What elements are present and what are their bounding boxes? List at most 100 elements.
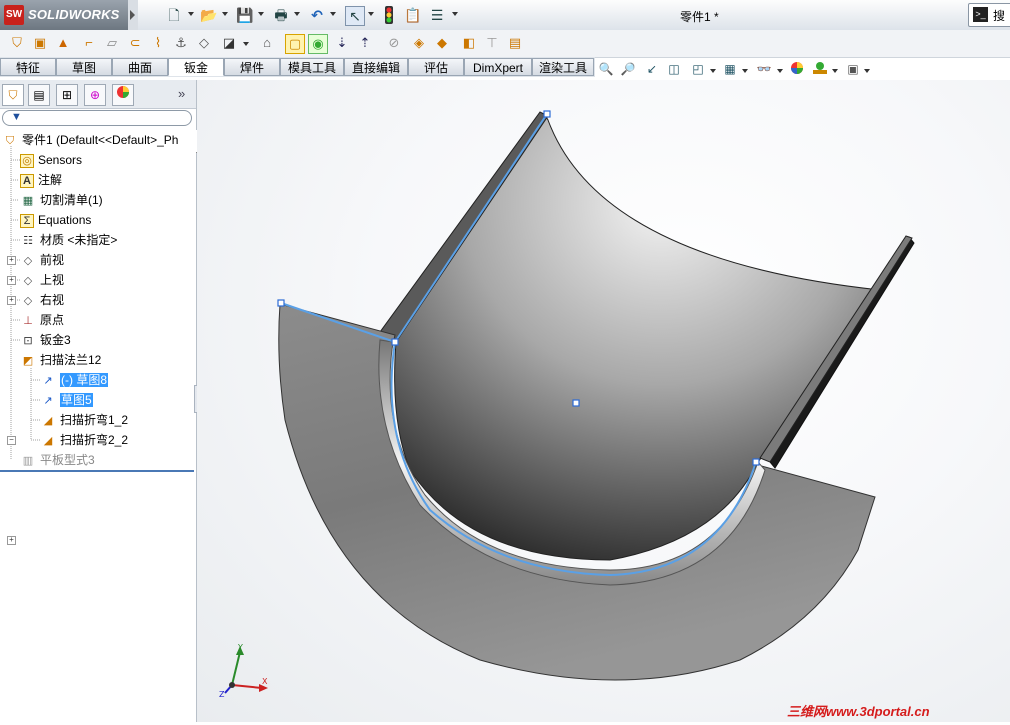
tab-evaluate[interactable]: 评估 (408, 58, 464, 76)
print-dropdown-icon[interactable] (294, 12, 300, 16)
sensor-icon: ◎ (20, 153, 34, 168)
tab-mold-tools[interactable]: 模具工具 (280, 58, 344, 76)
tree-item-origin[interactable]: ⊥ 原点 (20, 311, 64, 329)
tree-item-sketch5[interactable]: ↗ 草图5 (40, 391, 93, 409)
collapse-swept-flange-toggle[interactable]: − (7, 436, 16, 445)
tree-item-label: 扫描法兰12 (40, 353, 102, 367)
tree-item-swept-bend-1[interactable]: ◢ 扫描折弯1_2 (40, 411, 128, 429)
open-dropdown-icon[interactable] (222, 12, 228, 16)
tree-item-cut-list[interactable]: ▦ 切割清单(1) (20, 191, 103, 209)
tab-render-tools[interactable]: 渲染工具 (532, 58, 594, 76)
tree-item-sheet-metal[interactable]: ⊡ 钣金3 (20, 331, 70, 349)
tab-sheet-metal[interactable]: 钣金 (168, 58, 224, 76)
base-flange-icon[interactable]: ⛉ (8, 34, 26, 52)
hem-icon[interactable]: ⊂ (126, 34, 144, 52)
tree-item-annotations[interactable]: A 注解 (20, 171, 62, 189)
print-icon[interactable]: 🖶 (272, 6, 290, 24)
new-dropdown-icon[interactable] (188, 12, 194, 16)
lofted-bend-icon[interactable]: ▲ (54, 34, 72, 52)
simple-hole-icon[interactable]: ◉ (308, 34, 328, 54)
undo-dropdown-icon[interactable] (330, 12, 336, 16)
previous-view-icon[interactable]: ↙ (644, 61, 660, 77)
sketched-bend-icon[interactable]: ⚓ (172, 34, 190, 52)
tree-item-sensors[interactable]: ◎ Sensors (20, 151, 82, 169)
expand-flat-pattern-toggle[interactable]: + (7, 536, 16, 545)
brand-name: SOLIDWORKS (28, 7, 120, 22)
tree-root-part[interactable]: ⛉ 零件1 (Default<<Default>_Ph (2, 131, 179, 149)
tab-sketch[interactable]: 草图 (56, 58, 112, 76)
tree-item-sketch8[interactable]: ↗ (-) 草图8 (40, 371, 108, 389)
origin-icon: ⊥ (23, 314, 33, 327)
tree-item-swept-flange[interactable]: ◩ 扫描法兰12 (20, 351, 102, 369)
extruded-cut-icon[interactable]: ▢ (285, 34, 305, 54)
svg-text:X: X (262, 677, 268, 686)
solidworks-logo[interactable]: SW SOLIDWORKS (0, 0, 128, 30)
rip-icon[interactable]: ◆ (433, 34, 451, 52)
tab-features[interactable]: 特征 (0, 58, 56, 76)
zoom-to-fit-icon[interactable]: 🔍 (598, 61, 614, 77)
apply-scene-icon[interactable] (812, 61, 828, 77)
part-icon: ⛉ (5, 134, 15, 147)
unfold-icon[interactable]: ⇣ (333, 34, 351, 52)
swept-flange-model[interactable]: Y X Z (197, 80, 1010, 722)
zoom-to-area-icon[interactable]: 🔎 (620, 61, 636, 77)
expand-equations-toggle[interactable]: + (7, 296, 16, 305)
tree-item-flat-pattern[interactable]: ▥ 平板型式3 (20, 451, 95, 469)
view-orientation-dropdown-icon[interactable] (710, 69, 716, 73)
options-dropdown-icon[interactable] (452, 12, 458, 16)
tree-item-equations[interactable]: Σ Equations (20, 211, 91, 229)
tab-and-slot-icon[interactable]: ⊤ (483, 34, 501, 52)
bend-icon: ◢ (43, 434, 53, 447)
corners-icon[interactable]: ◪ (220, 34, 238, 52)
tree-item-right-plane[interactable]: ◇ 右视 (20, 291, 64, 309)
apply-scene-dropdown-icon[interactable] (832, 69, 838, 73)
tab-surfaces[interactable]: 曲面 (112, 58, 168, 76)
display-style-icon[interactable]: ▦ (722, 61, 738, 77)
file-properties-icon[interactable]: 📋 (404, 6, 422, 24)
section-view-icon[interactable]: ◫ (666, 61, 682, 77)
display-style-dropdown-icon[interactable] (742, 69, 748, 73)
save-dropdown-icon[interactable] (258, 12, 264, 16)
options-icon[interactable]: ☰ (428, 6, 446, 24)
view-settings-dropdown-icon[interactable] (864, 69, 870, 73)
view-orientation-icon[interactable]: ◰ (690, 61, 706, 77)
view-settings-icon[interactable]: ▣ (845, 61, 861, 77)
svg-text:Z: Z (219, 690, 225, 699)
jog-icon[interactable]: ⌇ (149, 34, 167, 52)
tab-direct-editing[interactable]: 直接编辑 (344, 58, 408, 76)
insert-bends-icon[interactable]: ◧ (460, 34, 478, 52)
corners-dropdown-icon[interactable] (243, 42, 249, 46)
flatten-icon[interactable]: ⊘ (385, 34, 403, 52)
tree-item-material[interactable]: ☷ 材质 <未指定> (20, 231, 117, 249)
cross-break-icon[interactable]: ◇ (195, 34, 213, 52)
open-folder-icon[interactable]: 📂 (200, 6, 218, 24)
expand-cutlist-toggle[interactable]: + (7, 276, 16, 285)
hide-show-items-icon[interactable]: 👓 (756, 61, 772, 77)
tab-dimxpert[interactable]: DimXpert (464, 58, 532, 76)
forming-tool-icon[interactable]: ⌂ (258, 34, 276, 52)
rebuild-traffic-light-icon[interactable] (380, 6, 398, 24)
select-pointer-icon[interactable]: ↖ (345, 6, 365, 26)
no-bends-icon[interactable]: ◈ (410, 34, 428, 52)
tree-item-front-plane[interactable]: ◇ 前视 (20, 251, 64, 269)
equations-icon: Σ (20, 213, 34, 228)
fold-icon[interactable]: ⇡ (356, 34, 374, 52)
tab-weldments[interactable]: 焊件 (224, 58, 280, 76)
new-document-icon[interactable]: 🗋 (165, 6, 183, 24)
extrude-icon[interactable]: ▤ (506, 34, 524, 52)
tree-item-swept-bend-2[interactable]: ◢ 扫描折弯2_2 (40, 431, 128, 449)
hide-show-dropdown-icon[interactable] (777, 69, 783, 73)
tree-item-label: 右视 (40, 293, 65, 307)
select-dropdown-icon[interactable] (368, 12, 374, 16)
miter-flange-icon[interactable]: ▱ (103, 34, 121, 52)
expand-annotations-toggle[interactable]: + (7, 256, 16, 265)
edit-appearance-icon[interactable] (789, 61, 805, 77)
graphics-viewport[interactable]: Y X Z (197, 80, 1010, 722)
edge-flange-icon[interactable]: ⌐ (80, 34, 98, 52)
convert-to-sheet-metal-icon[interactable]: ▣ (31, 34, 49, 52)
tree-item-top-plane[interactable]: ◇ 上视 (20, 271, 64, 289)
undo-icon[interactable]: ↶ (308, 6, 326, 24)
save-icon[interactable]: 💾 (236, 6, 254, 24)
menu-expand-arrow[interactable] (128, 0, 138, 30)
search-commands-box[interactable]: >_ 搜 (968, 3, 1010, 27)
